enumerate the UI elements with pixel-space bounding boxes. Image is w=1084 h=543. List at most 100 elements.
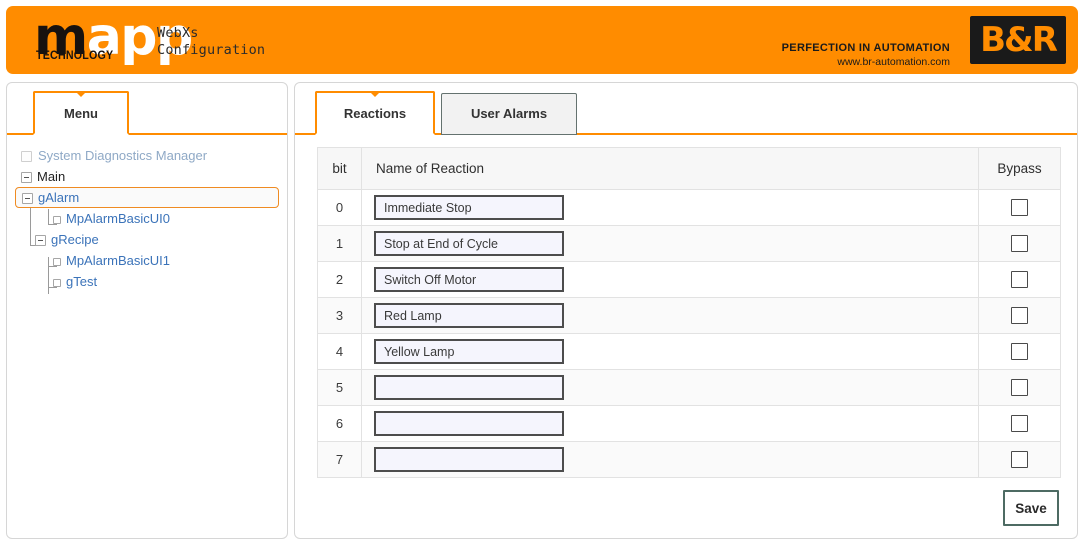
app-root: mapp TECHNOLOGY WebXs Configuration PERF… bbox=[0, 0, 1084, 543]
cell-bit: 6 bbox=[317, 405, 362, 442]
checkbox-icon bbox=[21, 151, 32, 163]
bypass-checkbox[interactable] bbox=[1011, 451, 1028, 468]
menu-tree: System Diagnostics Manager Main gAlarm M… bbox=[15, 145, 279, 294]
bypass-checkbox[interactable] bbox=[1011, 271, 1028, 288]
tree-item-galarm[interactable]: gAlarm bbox=[15, 187, 279, 208]
cell-reaction bbox=[361, 189, 979, 226]
reaction-name-input[interactable] bbox=[374, 339, 564, 364]
table-row: 6 bbox=[317, 405, 1061, 442]
reactions-table: bit Name of Reaction Bypass 0 1 bbox=[317, 147, 1061, 478]
minus-expander-icon[interactable] bbox=[21, 172, 32, 184]
tree-item-label: gAlarm bbox=[38, 190, 80, 205]
cell-reaction bbox=[361, 369, 979, 406]
tree-item-main[interactable]: Main bbox=[21, 166, 279, 187]
cell-reaction bbox=[361, 405, 979, 442]
column-header-bypass: Bypass bbox=[978, 147, 1061, 190]
cell-reaction bbox=[361, 225, 979, 262]
br-logo-icon: B&R bbox=[970, 16, 1066, 64]
tree-item-grecipe[interactable]: gRecipe bbox=[21, 229, 279, 250]
tree-item-system-diagnostics-manager[interactable]: System Diagnostics Manager bbox=[21, 145, 279, 166]
table-header-row: bit Name of Reaction Bypass bbox=[317, 147, 1061, 190]
cell-bit: 7 bbox=[317, 441, 362, 478]
tree-item-label: gTest bbox=[66, 274, 98, 289]
page-title-line1: WebXs bbox=[157, 25, 199, 41]
br-website: www.br-automation.com bbox=[837, 56, 950, 68]
table-row: 5 bbox=[317, 369, 1061, 406]
bypass-checkbox[interactable] bbox=[1011, 307, 1028, 324]
cell-reaction bbox=[361, 261, 979, 298]
reaction-name-input[interactable] bbox=[374, 303, 564, 328]
tree-item-label: Main bbox=[37, 169, 66, 184]
tree-item-label: MpAlarmBasicUI1 bbox=[66, 253, 171, 268]
cell-bypass bbox=[978, 369, 1061, 406]
leaf-node-icon bbox=[53, 257, 61, 266]
cell-bit: 1 bbox=[317, 225, 362, 262]
reaction-name-input[interactable] bbox=[374, 447, 564, 472]
page-title-line2: Configuration bbox=[157, 42, 266, 58]
bypass-checkbox[interactable] bbox=[1011, 235, 1028, 252]
tab-reactions[interactable]: Reactions bbox=[315, 91, 435, 135]
table-row: 7 bbox=[317, 441, 1061, 478]
tab-reactions-label: Reactions bbox=[343, 106, 407, 121]
reaction-name-input[interactable] bbox=[374, 267, 564, 292]
tab-notch-icon bbox=[75, 91, 87, 97]
tab-user-alarms[interactable]: User Alarms bbox=[441, 93, 577, 135]
cell-reaction bbox=[361, 441, 979, 478]
table-row: 2 bbox=[317, 261, 1061, 298]
cell-bit: 3 bbox=[317, 297, 362, 334]
tab-user-alarms-label: User Alarms bbox=[470, 106, 548, 121]
tab-menu-label: Menu bbox=[64, 106, 98, 121]
leaf-node-icon bbox=[53, 278, 61, 287]
reaction-name-input[interactable] bbox=[374, 195, 564, 220]
menu-tabstrip: Menu bbox=[7, 83, 287, 135]
cell-reaction bbox=[361, 333, 979, 370]
tab-menu[interactable]: Menu bbox=[33, 91, 129, 135]
table-row: 4 bbox=[317, 333, 1061, 370]
tree-item-label: gRecipe bbox=[51, 232, 99, 247]
cell-reaction bbox=[361, 297, 979, 334]
cell-bypass bbox=[978, 189, 1061, 226]
cell-bit: 0 bbox=[317, 189, 362, 226]
app-header: mapp TECHNOLOGY WebXs Configuration PERF… bbox=[6, 6, 1078, 74]
cell-bit: 4 bbox=[317, 333, 362, 370]
leaf-node-icon bbox=[53, 215, 61, 224]
reaction-name-input[interactable] bbox=[374, 411, 564, 436]
reactions-table-body: 0 1 bbox=[317, 189, 1061, 478]
menu-panel: Menu System Diagnostics Manager Main gAl… bbox=[6, 82, 288, 539]
cell-bypass bbox=[978, 405, 1061, 442]
content-panel: Reactions User Alarms bit Name of Reacti… bbox=[294, 82, 1078, 539]
cell-bypass bbox=[978, 225, 1061, 262]
cell-bypass bbox=[978, 441, 1061, 478]
bypass-checkbox[interactable] bbox=[1011, 415, 1028, 432]
br-tagline: PERFECTION IN AUTOMATION www.br-automati… bbox=[782, 42, 950, 68]
bypass-checkbox[interactable] bbox=[1011, 199, 1028, 216]
table-row: 0 bbox=[317, 189, 1061, 226]
column-header-name: Name of Reaction bbox=[361, 147, 979, 190]
minus-expander-icon[interactable] bbox=[22, 193, 33, 205]
br-slogan: PERFECTION IN AUTOMATION bbox=[781, 42, 950, 54]
tree-item-mpalarmbasicui1[interactable]: MpAlarmBasicUI1 bbox=[21, 250, 279, 271]
mapp-logo-technology: TECHNOLOGY bbox=[36, 50, 114, 62]
cell-bypass bbox=[978, 333, 1061, 370]
cell-bypass bbox=[978, 261, 1061, 298]
bypass-checkbox[interactable] bbox=[1011, 343, 1028, 360]
tree-item-mpalarmbasicui0[interactable]: MpAlarmBasicUI0 bbox=[21, 208, 279, 229]
reactions-table-head: bit Name of Reaction Bypass bbox=[317, 147, 1061, 190]
tree-item-label: System Diagnostics Manager bbox=[38, 148, 208, 163]
tab-notch-icon bbox=[369, 91, 381, 97]
save-button[interactable]: Save bbox=[1003, 490, 1059, 526]
column-header-bit: bit bbox=[317, 147, 362, 190]
tree-item-gtest[interactable]: gTest bbox=[21, 271, 279, 292]
minus-expander-icon[interactable] bbox=[35, 235, 46, 247]
reaction-name-input[interactable] bbox=[374, 375, 564, 400]
tree-item-label: MpAlarmBasicUI0 bbox=[66, 211, 171, 226]
bypass-checkbox[interactable] bbox=[1011, 379, 1028, 396]
reaction-name-input[interactable] bbox=[374, 231, 564, 256]
content-tabstrip: Reactions User Alarms bbox=[295, 83, 1077, 135]
cell-bypass bbox=[978, 297, 1061, 334]
table-row: 1 bbox=[317, 225, 1061, 262]
cell-bit: 2 bbox=[317, 261, 362, 298]
cell-bit: 5 bbox=[317, 369, 362, 406]
mapp-logo: mapp TECHNOLOGY bbox=[34, 8, 193, 70]
table-row: 3 bbox=[317, 297, 1061, 334]
